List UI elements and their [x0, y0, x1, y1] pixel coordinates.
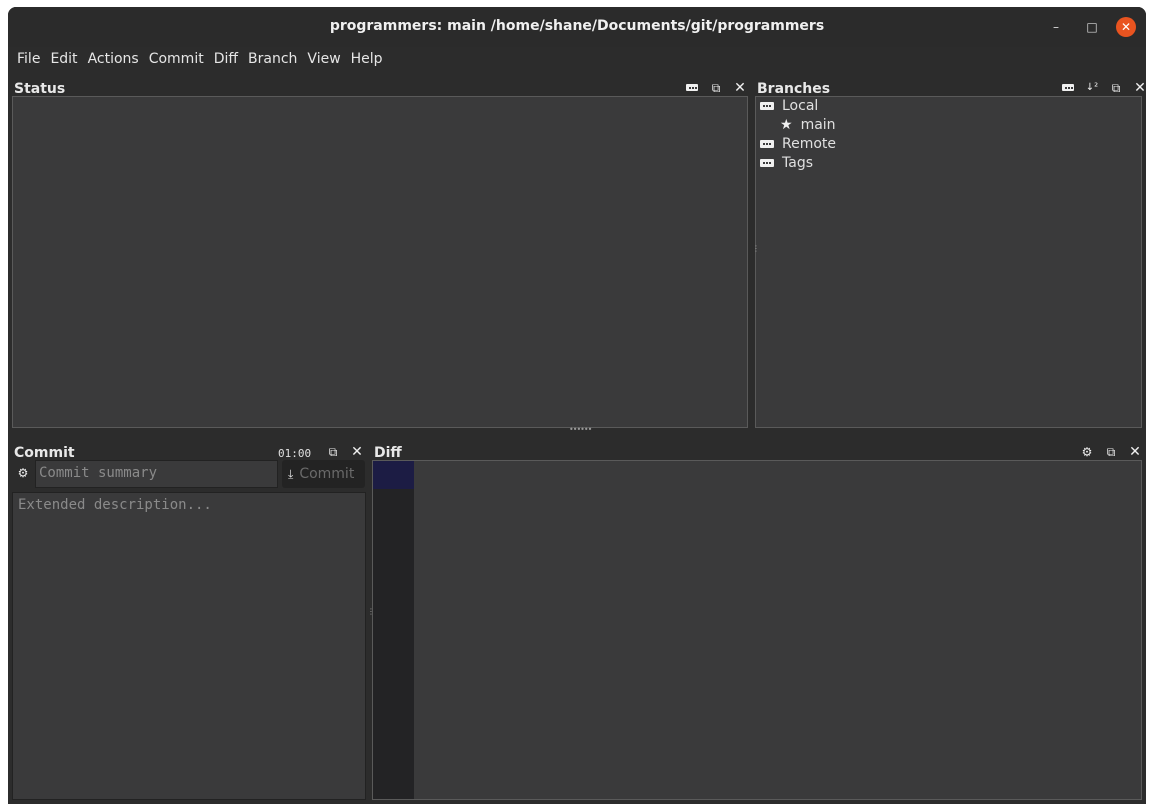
- horizontal-splitter[interactable]: ••••••: [569, 425, 592, 434]
- menu-file[interactable]: File: [12, 51, 45, 67]
- star-icon: ★: [780, 117, 793, 133]
- branches-panel: Local ★ main Remote Tags: [755, 96, 1142, 428]
- options-icon[interactable]: [685, 81, 699, 95]
- branches-dock-title: Branches: [757, 81, 831, 97]
- float-dock-icon[interactable]: ⧉: [1104, 445, 1118, 459]
- branch-group-label: Tags: [782, 155, 813, 171]
- status-panel[interactable]: [12, 96, 748, 428]
- sort-icon[interactable]: ↓²: [1085, 81, 1099, 95]
- menu-help[interactable]: Help: [346, 51, 388, 67]
- folder-dots-icon: [760, 159, 774, 167]
- menu-commit[interactable]: Commit: [144, 51, 209, 67]
- diff-dock-title: Diff: [374, 445, 402, 461]
- status-dock-title: Status: [14, 81, 66, 97]
- float-dock-icon[interactable]: ⧉: [326, 445, 340, 459]
- close-dock-icon[interactable]: ✕: [350, 445, 364, 459]
- status-dock-tools: ⧉ ✕: [685, 81, 747, 95]
- diff-line-gutter: [373, 461, 414, 799]
- branch-group-tags[interactable]: Tags: [760, 155, 813, 171]
- diff-panel[interactable]: [372, 460, 1142, 800]
- minimize-button[interactable]: –: [1046, 17, 1066, 37]
- title-bar: programmers: main /home/shane/Documents/…: [8, 7, 1146, 47]
- commit-button-label: Commit: [299, 466, 355, 482]
- folder-dots-icon: [760, 102, 774, 110]
- close-dock-icon[interactable]: ✕: [1133, 81, 1146, 95]
- branch-group-local[interactable]: Local: [760, 98, 818, 114]
- menu-diff[interactable]: Diff: [209, 51, 243, 67]
- close-dock-icon[interactable]: ✕: [1128, 445, 1142, 459]
- app-window: programmers: main /home/shane/Documents/…: [8, 7, 1146, 804]
- gear-icon[interactable]: ⚙: [1080, 445, 1094, 459]
- close-window-button[interactable]: ✕: [1116, 17, 1136, 37]
- menu-view[interactable]: View: [302, 51, 345, 67]
- branch-item-main[interactable]: ★ main: [780, 117, 836, 133]
- commit-dock-tools: ⧉ ✕: [326, 445, 364, 459]
- folder-dots-icon: [760, 140, 774, 148]
- branch-group-label: Local: [782, 98, 819, 114]
- vertical-splitter[interactable]: ⋮: [752, 245, 760, 253]
- download-icon: ⤓: [288, 466, 294, 481]
- window-title: programmers: main /home/shane/Documents/…: [329, 18, 825, 34]
- branch-label: main: [800, 117, 836, 133]
- commit-dock-title: Commit: [14, 445, 75, 461]
- menu-bar: File Edit Actions Commit Diff Branch Vie…: [8, 47, 1146, 71]
- options-icon[interactable]: [1061, 81, 1075, 95]
- menu-branch[interactable]: Branch: [243, 51, 302, 67]
- diff-dock-tools: ⚙ ⧉ ✕: [1080, 445, 1142, 459]
- menu-edit[interactable]: Edit: [45, 51, 82, 67]
- branches-dock-tools: ↓² ⧉ ✕: [1061, 81, 1146, 95]
- commit-timer: 01:00: [278, 447, 312, 460]
- diff-gutter-highlight: [373, 461, 414, 489]
- commit-button[interactable]: ⤓ Commit: [282, 460, 365, 488]
- commit-description-input[interactable]: Extended description...: [12, 492, 366, 800]
- float-dock-icon[interactable]: ⧉: [1109, 81, 1123, 95]
- commit-summary-input[interactable]: Commit summary: [35, 460, 278, 488]
- branch-group-remote[interactable]: Remote: [760, 136, 836, 152]
- branch-group-label: Remote: [782, 136, 837, 152]
- float-dock-icon[interactable]: ⧉: [709, 81, 723, 95]
- maximize-button[interactable]: □: [1082, 17, 1102, 37]
- close-dock-icon[interactable]: ✕: [733, 81, 747, 95]
- menu-actions[interactable]: Actions: [83, 51, 144, 67]
- gear-icon[interactable]: ⚙: [16, 466, 30, 480]
